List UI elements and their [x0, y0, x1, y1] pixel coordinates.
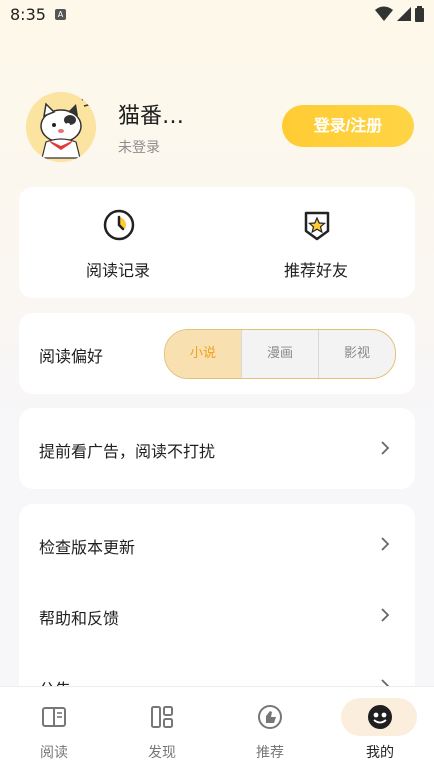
- book-icon: [42, 707, 66, 727]
- preference-option-novel[interactable]: 小说: [165, 330, 241, 378]
- profile-header: 猫番… 未登录 登录/注册: [0, 90, 434, 170]
- reading-preference-label: 阅读偏好: [39, 347, 104, 366]
- nav-tab-discover[interactable]: 发现: [108, 687, 216, 772]
- recommend-friends-label: 推荐好友: [283, 261, 348, 280]
- ad-free-row[interactable]: 提前看广告，阅读不打扰: [19, 414, 415, 484]
- nav-label-recommend: 推荐: [256, 745, 284, 761]
- login-status: 未登录: [118, 140, 160, 156]
- nav-tab-mine[interactable]: 我的: [326, 687, 434, 772]
- login-register-button[interactable]: 登录/注册: [282, 105, 414, 147]
- bottom-nav: 阅读 发现 推荐 我的: [0, 686, 434, 772]
- nav-label-mine: 我的: [366, 745, 394, 761]
- preference-segmented-control: 小说 漫画 影视: [164, 329, 396, 379]
- status-indicators: [375, 6, 424, 22]
- preference-option-comic[interactable]: 漫画: [241, 330, 318, 378]
- status-bar: 8:35 A: [0, 0, 434, 30]
- reading-preference-card: 阅读偏好 小说 漫画 影视: [19, 313, 415, 394]
- reading-history-button[interactable]: 阅读记录: [19, 187, 217, 298]
- clock-icon: [103, 209, 135, 241]
- star-badge-icon: [304, 211, 330, 241]
- chevron-right-icon: [381, 441, 390, 455]
- nav-label-discover: 发现: [148, 745, 176, 761]
- thumb-icon: [258, 705, 282, 729]
- recommend-friends-button[interactable]: 推荐好友: [217, 187, 415, 298]
- help-feedback-row[interactable]: 帮助和反馈: [19, 581, 415, 651]
- nav-tab-recommend[interactable]: 推荐: [216, 687, 324, 772]
- help-feedback-label: 帮助和反馈: [39, 609, 120, 628]
- notification-app-icon: A: [55, 9, 66, 20]
- profile-icon: [368, 705, 392, 729]
- nav-label-read: 阅读: [40, 745, 68, 761]
- preference-option-video[interactable]: 影视: [318, 330, 395, 378]
- check-update-row[interactable]: 检查版本更新: [19, 510, 415, 580]
- signal-icon: [397, 7, 411, 21]
- wifi-icon: [375, 6, 393, 21]
- reading-history-label: 阅读记录: [85, 261, 150, 280]
- battery-icon: [415, 6, 424, 22]
- check-update-label: 检查版本更新: [39, 538, 136, 557]
- chevron-right-icon: [381, 537, 390, 551]
- avatar[interactable]: [26, 92, 96, 162]
- ad-free-card: 提前看广告，阅读不打扰: [19, 408, 415, 489]
- username: 猫番…: [118, 104, 185, 129]
- chevron-right-icon: [381, 608, 390, 622]
- quick-actions-card: 阅读记录 推荐好友: [19, 187, 415, 298]
- status-time: 8:35: [10, 5, 46, 24]
- nav-tab-read[interactable]: 阅读: [0, 687, 108, 772]
- ad-free-label: 提前看广告，阅读不打扰: [39, 442, 216, 461]
- cat-avatar-icon: [26, 92, 96, 162]
- grid-icon: [151, 706, 173, 728]
